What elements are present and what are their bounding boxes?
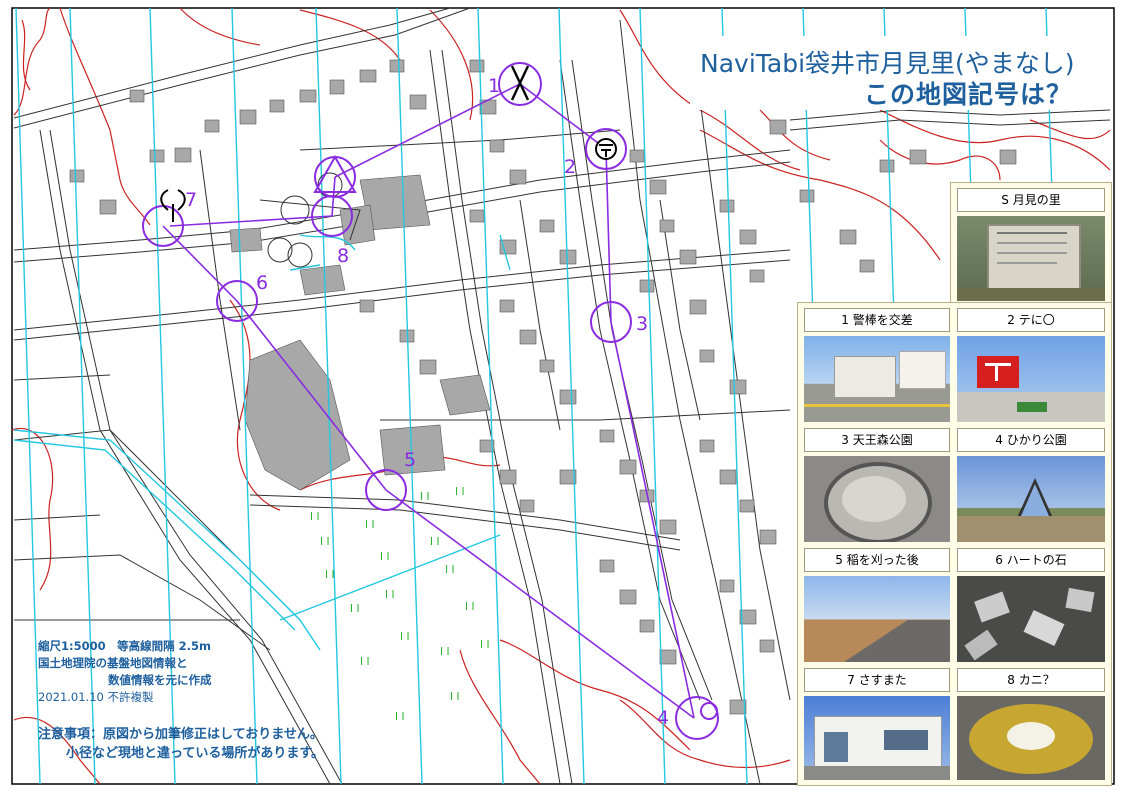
date-text: 2021.01.10 不許複製 xyxy=(38,690,154,704)
control-number-5: 5 xyxy=(404,449,416,471)
svg-text:l l: l l xyxy=(350,602,360,615)
svg-text:l l: l l xyxy=(430,535,440,548)
svg-text:l l: l l xyxy=(455,485,465,498)
photo-4-park xyxy=(957,456,1105,542)
photo-7-fire-station xyxy=(804,696,950,780)
photo-caption-8: 8 カニ？ xyxy=(957,668,1105,692)
svg-text:l l: l l xyxy=(445,563,455,576)
svg-text:l l: l l xyxy=(365,518,375,531)
scale-text: 縮尺1:5000 等高線間隔 2.5m xyxy=(38,639,211,653)
svg-text:l l: l l xyxy=(385,588,395,601)
photo-caption-6: 6 ハートの石 xyxy=(957,548,1105,572)
photo-caption-1: 1 警棒を交差 xyxy=(804,308,950,332)
svg-text:l l: l l xyxy=(320,535,330,548)
control-number-8: 8 xyxy=(337,245,349,267)
svg-text:l l: l l xyxy=(400,630,410,643)
photo-6-heart-stone xyxy=(957,576,1105,662)
photo-panel-controls: 1 警棒を交差 2 テに〇 3 天王森公園 4 ひかり公園 5 稲を刈った後 6… xyxy=(797,302,1112,786)
photo-panel-start: S 月見の里 xyxy=(950,182,1112,306)
notice-line-2: 小径など現地と違っている場所があります。 xyxy=(66,746,325,761)
photo-caption-s: S 月見の里 xyxy=(957,188,1105,212)
svg-text:l l: l l xyxy=(395,710,405,723)
photo-caption-4: 4 ひかり公園 xyxy=(957,428,1105,452)
photo-2-post-box xyxy=(957,336,1105,422)
control-number-6: 6 xyxy=(256,272,268,294)
svg-text:l l: l l xyxy=(310,510,320,523)
source-line-2: 数値情報を元に作成 xyxy=(108,673,212,687)
control-number-7: 7 xyxy=(185,189,197,211)
control-number-3: 3 xyxy=(636,313,648,335)
notice: 注意事項：原図から加筆修正はしておりません。 小径など現地と違っている場所があり… xyxy=(38,725,324,763)
notice-line-1: 注意事項：原図から加筆修正はしておりません。 xyxy=(38,727,323,742)
photo-5-rice-field xyxy=(804,576,950,662)
post-office-symbol xyxy=(595,138,617,160)
map-title: NaviTabi袋井市月見里(やまなし) この地図記号は？ xyxy=(690,36,1090,110)
photo-caption-7: 7 さすまた xyxy=(804,668,950,692)
source-line-1: 国土地理院の基盤地図情報と xyxy=(38,656,188,670)
photo-caption-5: 5 稲を刈った後 xyxy=(804,548,950,572)
title-line-2: この地図記号は？ xyxy=(864,80,1073,109)
svg-text:l l: l l xyxy=(440,645,450,658)
control-number-4: 4 xyxy=(657,707,669,729)
photo-s-monument xyxy=(957,216,1105,301)
photo-caption-2: 2 テに〇 xyxy=(957,308,1105,332)
photo-8-crab-manhole xyxy=(957,696,1105,780)
svg-text:l l: l l xyxy=(465,600,475,613)
svg-text:l l: l l xyxy=(325,568,335,581)
svg-text:l l: l l xyxy=(420,490,430,503)
photo-3-manhole xyxy=(804,456,950,542)
map-info: 縮尺1:5000 等高線間隔 2.5m 国土地理院の基盤地図情報と 数値情報を元… xyxy=(38,638,212,706)
photo-caption-3: 3 天王森公園 xyxy=(804,428,950,452)
control-number-2: 2 xyxy=(564,156,576,178)
control-number-1: 1 xyxy=(488,75,500,97)
svg-text:l l: l l xyxy=(480,638,490,651)
svg-text:l l: l l xyxy=(380,550,390,563)
photo-1-police-box xyxy=(804,336,950,422)
svg-text:l l: l l xyxy=(360,655,370,668)
svg-text:l l: l l xyxy=(450,690,460,703)
